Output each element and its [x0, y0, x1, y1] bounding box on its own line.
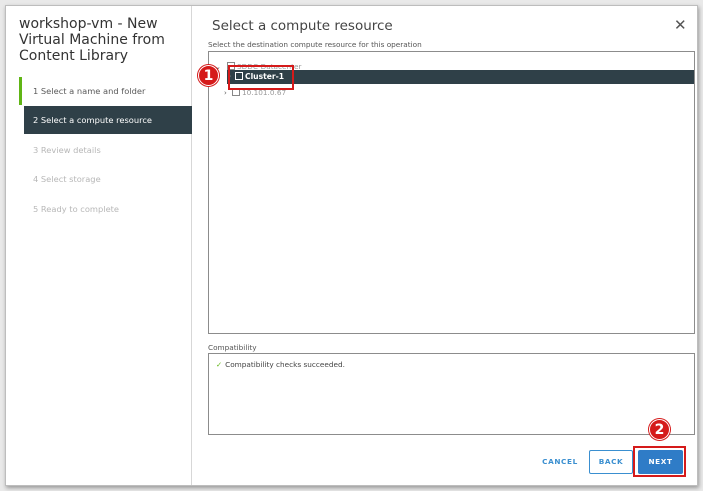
tree-node-cluster-selected[interactable]: › Cluster-1 — [227, 70, 694, 84]
chevron-right-icon[interactable]: › — [224, 86, 227, 100]
page-title: Select a compute resource — [212, 18, 393, 34]
compatibility-label: Compatibility — [208, 343, 257, 352]
step-select-storage: 4 Select storage — [33, 174, 101, 185]
wizard-steps: 1 Select a name and folder 2 Select a co… — [19, 77, 192, 224]
page-subtitle: Select the destination compute resource … — [208, 40, 422, 49]
step-review-details: 3 Review details — [33, 144, 101, 155]
close-icon[interactable]: ✕ — [674, 16, 687, 34]
compatibility-panel: ✓ Compatibility checks succeeded. — [208, 353, 695, 435]
callout-2-highlight — [633, 446, 686, 477]
back-button[interactable]: BACK — [589, 450, 633, 474]
step-ready-to-complete: 5 Ready to complete — [33, 203, 120, 214]
cancel-button[interactable]: CANCEL — [537, 455, 583, 469]
compatibility-message: ✓ Compatibility checks succeeded. — [216, 360, 345, 369]
wizard-title: workshop-vm - New Virtual Machine from C… — [19, 16, 165, 64]
callout-1-badge: 1 — [198, 65, 219, 86]
wizard-dialog: workshop-vm - New Virtual Machine from C… — [5, 5, 698, 486]
check-icon: ✓ — [216, 360, 223, 369]
callout-1-highlight — [228, 65, 294, 90]
callout-2-badge: 2 — [649, 419, 670, 440]
compute-resource-tree: ⌄ SDDC-Datacenter › Cluster-1 › 10.101.0… — [208, 51, 695, 334]
wizard-sidebar: workshop-vm - New Virtual Machine from C… — [6, 6, 192, 485]
step-select-compute-resource[interactable]: 2 Select a compute resource — [24, 106, 192, 135]
step-select-name-folder[interactable]: 1 Select a name and folder — [19, 77, 192, 105]
